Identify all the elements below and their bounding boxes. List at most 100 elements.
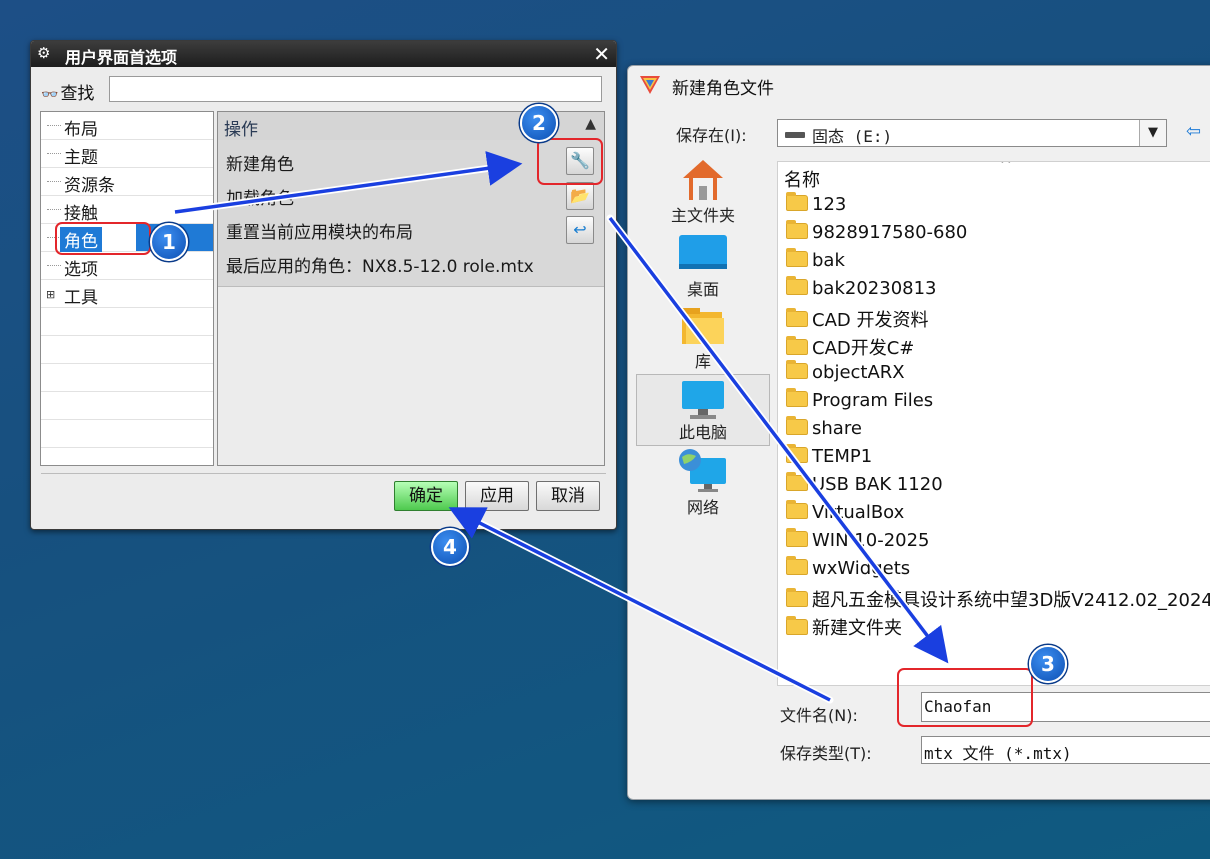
folder-item[interactable]: bak20230813 xyxy=(786,276,937,306)
place-network[interactable]: 网络 xyxy=(636,448,770,520)
dialog-title: 用户界面首选项 xyxy=(65,48,178,67)
app-icon xyxy=(640,76,660,94)
folder-item[interactable]: TEMP1 xyxy=(786,444,873,474)
folder-item[interactable]: 9828917580-680 xyxy=(786,220,967,250)
place-library[interactable]: 库 xyxy=(636,302,770,374)
tree-item-tools[interactable]: ⊞ 工具 xyxy=(41,280,213,308)
folder-item[interactable]: 123 xyxy=(786,192,847,222)
tree-item-options[interactable]: 选项 xyxy=(41,252,213,280)
filename-label: 文件名(N): xyxy=(780,706,858,725)
folder-item[interactable]: WIN 10-2025 xyxy=(786,528,930,558)
cancel-button[interactable]: 取消 xyxy=(536,481,600,511)
place-label: 库 xyxy=(694,352,711,371)
folder-icon xyxy=(786,276,808,295)
home-icon xyxy=(683,160,723,200)
folder-icon xyxy=(786,588,808,607)
folder-name: WIN 10-2025 xyxy=(812,530,930,551)
folder-item[interactable]: 新建文件夹 xyxy=(786,614,902,642)
tree-item-label: 工具 xyxy=(64,288,98,308)
folder-icon xyxy=(786,616,808,635)
close-icon[interactable]: ✕ xyxy=(593,42,610,66)
folder-name: wxWidgets xyxy=(812,558,911,579)
highlight-filename xyxy=(897,668,1033,727)
column-header-name[interactable]: 名称 xyxy=(784,166,820,192)
tree-connector xyxy=(47,209,61,210)
gear-icon[interactable]: ⚙ xyxy=(37,44,50,62)
folder-icon xyxy=(786,388,808,407)
folder-item[interactable]: objectARX xyxy=(786,360,905,390)
folder-icon xyxy=(786,192,808,211)
folder-icon xyxy=(786,472,808,491)
tree-connector xyxy=(47,125,61,126)
folder-icon xyxy=(786,336,808,355)
folder-name: CAD开发C# xyxy=(812,338,915,359)
search-input[interactable] xyxy=(109,76,602,102)
step-badge-2: 2 xyxy=(520,104,558,142)
folder-item[interactable]: 超凡五金模具设计系统中望3D版V2412.02_20241 xyxy=(786,586,1210,614)
tree-item-theme[interactable]: 主题 xyxy=(41,140,213,168)
folder-name: 新建文件夹 xyxy=(812,618,902,639)
step-badge-3: 3 xyxy=(1029,645,1067,683)
expand-icon[interactable]: ⊞ xyxy=(46,288,55,301)
dropdown-arrow-icon[interactable]: ▼ xyxy=(1139,120,1166,146)
place-label: 网络 xyxy=(686,498,719,517)
look-in-label: 保存在(I): xyxy=(676,126,747,145)
tree-item-label: 资源条 xyxy=(64,176,115,196)
reset-layout-button[interactable]: ↩ xyxy=(566,216,594,244)
folder-item[interactable]: USB BAK 1120 xyxy=(786,472,943,502)
tree-connector xyxy=(47,265,61,266)
folder-item[interactable]: CAD 开发资料 xyxy=(786,306,928,334)
tree-empty-row xyxy=(41,420,213,448)
folder-icon xyxy=(786,360,808,379)
place-this-pc[interactable]: 此电脑 xyxy=(636,374,770,446)
folder-name: 123 xyxy=(812,194,847,215)
folder-item[interactable]: share xyxy=(786,416,862,446)
folder-name: 超凡五金模具设计系统中望3D版V2412.02_20241 xyxy=(812,590,1210,611)
tree-item-resource-bar[interactable]: 资源条 xyxy=(41,168,213,196)
desktop-icon xyxy=(679,235,727,269)
folder-item[interactable]: wxWidgets xyxy=(786,556,911,586)
folder-name: share xyxy=(812,418,862,439)
folder-item[interactable]: CAD开发C# xyxy=(786,334,914,362)
search-label: 👓 查找 xyxy=(41,79,94,104)
load-role-button[interactable]: 📂 xyxy=(566,182,594,210)
network-icon xyxy=(679,449,726,492)
folder-item[interactable]: VirtualBox xyxy=(786,500,905,530)
places-bar: 主文件夹 桌面 库 此电脑 网络 xyxy=(636,156,770,517)
folder-item[interactable]: bak xyxy=(786,248,845,278)
library-icon xyxy=(682,308,724,344)
back-arrow-icon[interactable]: ⇦ xyxy=(1186,121,1201,142)
button-separator xyxy=(41,473,606,474)
folder-item[interactable]: Program Files xyxy=(786,388,934,418)
filetype-value: mtx 文件 (*.mtx) xyxy=(924,744,1072,763)
folder-name: Program Files xyxy=(812,390,934,411)
place-home[interactable]: 主文件夹 xyxy=(636,156,770,228)
computer-icon xyxy=(682,381,724,419)
tree-item-label: 选项 xyxy=(64,260,98,280)
reset-layout-label: 重置当前应用模块的布局 xyxy=(226,223,413,243)
tree-empty-row xyxy=(41,336,213,364)
tree-connector xyxy=(47,153,61,154)
file-list[interactable]: ^ 名称 123 9828917580-680 bak bak20230813 … xyxy=(777,161,1210,686)
tree-item-touch[interactable]: 接触 xyxy=(41,196,213,224)
tree-empty-row xyxy=(41,308,213,336)
folder-name: VirtualBox xyxy=(812,502,905,523)
dialog-title: 新建角色文件 xyxy=(672,79,774,99)
filetype-select[interactable]: mtx 文件 (*.mtx) xyxy=(921,736,1210,764)
place-desktop[interactable]: 桌面 xyxy=(636,230,770,302)
folder-icon xyxy=(786,444,808,463)
tree-item-layout[interactable]: 布局 xyxy=(41,112,213,140)
search-label-text: 查找 xyxy=(60,84,95,104)
collapse-up-icon[interactable]: ▲ xyxy=(585,116,596,132)
tree-empty-row xyxy=(41,364,213,392)
binoculars-icon: 👓 xyxy=(41,87,59,103)
folder-name: USB BAK 1120 xyxy=(812,474,943,495)
look-in-dropdown[interactable]: 固态 (E:) ▼ xyxy=(777,119,1167,147)
folder-name: TEMP1 xyxy=(812,446,873,467)
tree-empty-row xyxy=(41,392,213,420)
sort-ascending-icon: ^ xyxy=(1000,161,1012,173)
ok-button[interactable]: 确定 xyxy=(394,481,458,511)
apply-button[interactable]: 应用 xyxy=(465,481,529,511)
step-badge-4: 4 xyxy=(431,528,469,566)
folder-icon xyxy=(786,416,808,435)
